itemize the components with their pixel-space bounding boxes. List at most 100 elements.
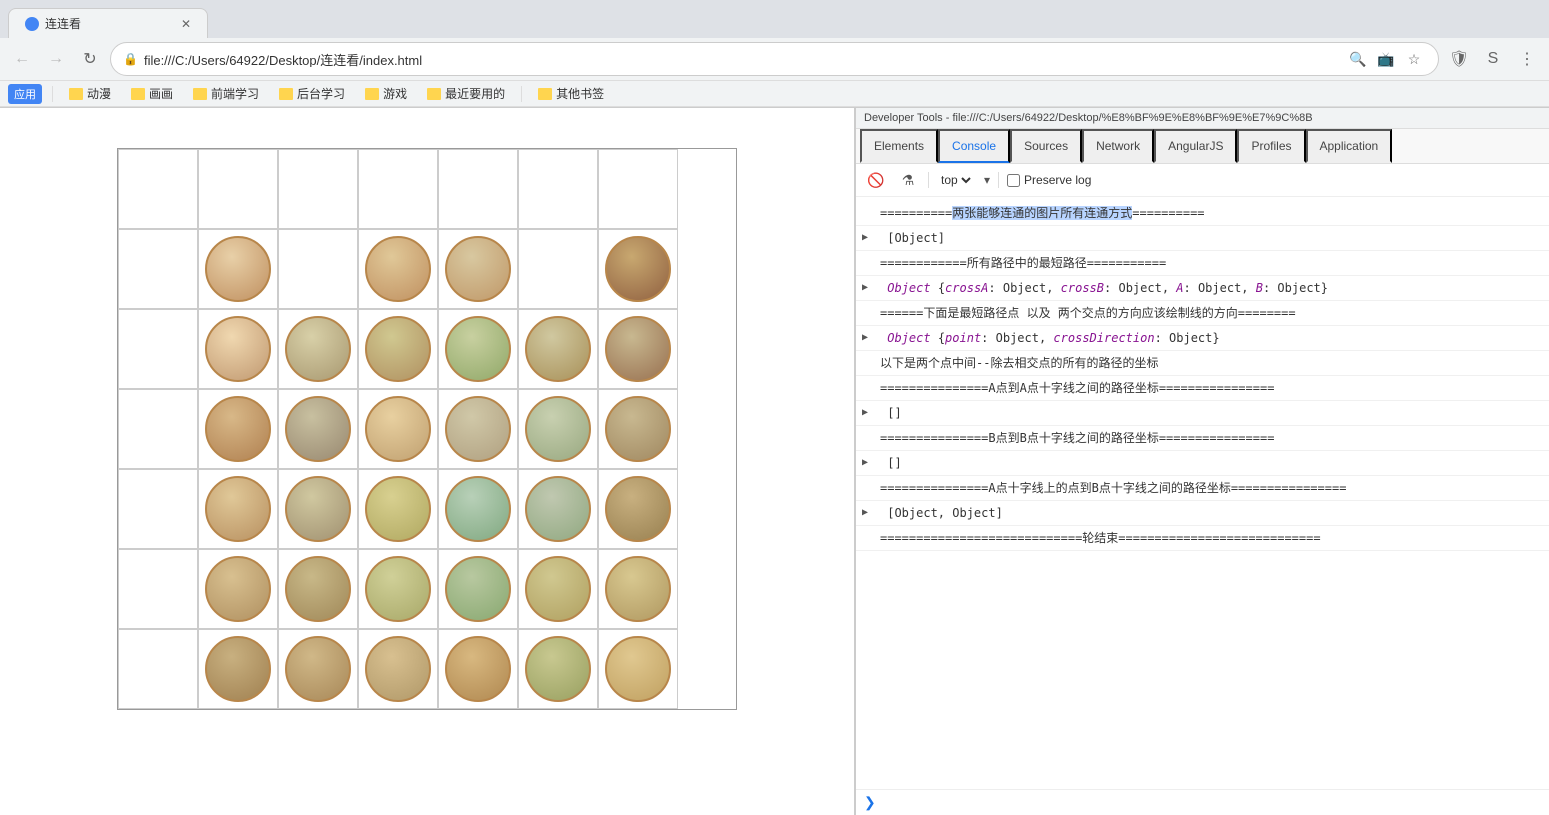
grid-cell[interactable] bbox=[598, 469, 678, 549]
expand-arrow[interactable]: ▶ bbox=[862, 455, 868, 470]
grid-cell[interactable] bbox=[358, 629, 438, 709]
bookmark-backend[interactable]: 后台学习 bbox=[273, 83, 351, 104]
grid-cell[interactable] bbox=[198, 149, 278, 229]
character-avatar bbox=[285, 476, 351, 542]
grid-cell[interactable] bbox=[278, 469, 358, 549]
preserve-log-checkbox[interactable] bbox=[1007, 174, 1020, 187]
clear-console-button[interactable]: 🚫 bbox=[864, 168, 888, 192]
grid-cell[interactable] bbox=[278, 629, 358, 709]
grid-cell[interactable] bbox=[278, 549, 358, 629]
tab-network[interactable]: Network bbox=[1082, 129, 1154, 163]
grid-cell[interactable] bbox=[118, 229, 198, 309]
console-line-11[interactable]: ▶ [] bbox=[856, 451, 1549, 476]
grid-cell[interactable] bbox=[518, 229, 598, 309]
grid-cell[interactable] bbox=[438, 149, 518, 229]
grid-cell[interactable] bbox=[518, 629, 598, 709]
grid-cell[interactable] bbox=[278, 389, 358, 469]
console-line-4[interactable]: ▶ Object {crossA: Object, crossB: Object… bbox=[856, 276, 1549, 301]
grid-cell[interactable] bbox=[198, 229, 278, 309]
tab-profiles[interactable]: Profiles bbox=[1237, 129, 1305, 163]
grid-cell[interactable] bbox=[198, 309, 278, 389]
address-input[interactable] bbox=[144, 52, 1340, 67]
grid-cell[interactable] bbox=[518, 469, 598, 549]
grid-cell[interactable] bbox=[358, 389, 438, 469]
grid-cell[interactable] bbox=[198, 629, 278, 709]
bookmark-drawing[interactable]: 画画 bbox=[125, 83, 179, 104]
console-line-13[interactable]: ▶ [Object, Object] bbox=[856, 501, 1549, 526]
grid-cell[interactable] bbox=[598, 389, 678, 469]
bookmark-frontend[interactable]: 前端学习 bbox=[187, 83, 265, 104]
grid-cell[interactable] bbox=[278, 149, 358, 229]
grid-cell[interactable] bbox=[198, 389, 278, 469]
grid-cell[interactable] bbox=[198, 469, 278, 549]
grid-cell[interactable] bbox=[278, 229, 358, 309]
tab-sources[interactable]: Sources bbox=[1010, 129, 1082, 163]
grid-cell[interactable] bbox=[518, 149, 598, 229]
console-input[interactable] bbox=[882, 796, 1541, 810]
profile-button[interactable]: S bbox=[1479, 45, 1507, 73]
bookmark-recent[interactable]: 最近要用的 bbox=[421, 83, 511, 104]
grid-cell[interactable] bbox=[118, 549, 198, 629]
preserve-log-label[interactable]: Preserve log bbox=[1007, 173, 1091, 187]
character-avatar bbox=[205, 396, 271, 462]
console-line-9[interactable]: ▶ [] bbox=[856, 401, 1549, 426]
expand-arrow[interactable]: ▶ bbox=[862, 230, 868, 245]
grid-cell[interactable] bbox=[358, 309, 438, 389]
tab-application[interactable]: Application bbox=[1306, 129, 1393, 163]
grid-cell[interactable] bbox=[438, 629, 518, 709]
grid-cell[interactable] bbox=[438, 549, 518, 629]
grid-cell[interactable] bbox=[598, 549, 678, 629]
expand-arrow[interactable]: ▶ bbox=[862, 505, 868, 520]
extension-button[interactable]: 🛡 bbox=[1445, 45, 1473, 73]
tab-angularjs[interactable]: AngularJS bbox=[1154, 129, 1237, 163]
expand-arrow[interactable]: ▶ bbox=[862, 405, 868, 420]
context-select[interactable]: top bbox=[937, 172, 974, 188]
grid-cell[interactable] bbox=[358, 149, 438, 229]
tab-console[interactable]: Console bbox=[938, 129, 1010, 163]
webpage-scroll[interactable] bbox=[0, 108, 854, 815]
filter-button[interactable]: ⚗ bbox=[896, 168, 920, 192]
bookmark-animanga[interactable]: 动漫 bbox=[63, 83, 117, 104]
bookmark-star-button[interactable]: ☆ bbox=[1402, 47, 1426, 71]
console-line-6[interactable]: ▶ Object {point: Object, crossDirection:… bbox=[856, 326, 1549, 351]
grid-cell[interactable] bbox=[518, 389, 598, 469]
browser-tab[interactable]: 连连看 ✕ bbox=[8, 8, 208, 38]
bookmark-games[interactable]: 游戏 bbox=[359, 83, 413, 104]
menu-button[interactable]: ⋮ bbox=[1513, 45, 1541, 73]
cast-button[interactable]: 📺 bbox=[1374, 47, 1398, 71]
grid-cell[interactable] bbox=[198, 549, 278, 629]
bookmark-others[interactable]: 其他书签 bbox=[532, 83, 610, 104]
tab-elements[interactable]: Elements bbox=[860, 129, 938, 163]
grid-cell[interactable] bbox=[118, 149, 198, 229]
address-actions: 🔍 📺 ☆ bbox=[1346, 47, 1426, 71]
grid-cell[interactable] bbox=[518, 549, 598, 629]
grid-cell[interactable] bbox=[598, 149, 678, 229]
grid-cell[interactable] bbox=[118, 309, 198, 389]
expand-arrow[interactable]: ▶ bbox=[862, 280, 868, 295]
lock-icon: 🔒 bbox=[123, 52, 138, 66]
grid-cell[interactable] bbox=[118, 469, 198, 549]
grid-cell[interactable] bbox=[438, 309, 518, 389]
grid-cell[interactable] bbox=[438, 469, 518, 549]
apps-button[interactable]: 应用 bbox=[8, 84, 42, 104]
grid-cell[interactable] bbox=[438, 389, 518, 469]
grid-cell[interactable] bbox=[518, 309, 598, 389]
grid-cell[interactable] bbox=[598, 229, 678, 309]
grid-cell[interactable] bbox=[358, 549, 438, 629]
grid-cell[interactable] bbox=[278, 309, 358, 389]
grid-cell[interactable] bbox=[598, 629, 678, 709]
expand-arrow[interactable]: ▶ bbox=[862, 330, 868, 345]
back-button[interactable]: ← bbox=[8, 45, 36, 73]
grid-cell[interactable] bbox=[358, 229, 438, 309]
console-line-2[interactable]: ▶ [Object] bbox=[856, 226, 1549, 251]
tab-close-button[interactable]: ✕ bbox=[181, 17, 191, 31]
grid-cell[interactable] bbox=[438, 229, 518, 309]
forward-button[interactable]: → bbox=[42, 45, 70, 73]
grid-cell[interactable] bbox=[358, 469, 438, 549]
grid-cell[interactable] bbox=[118, 629, 198, 709]
game-grid[interactable] bbox=[117, 148, 737, 710]
grid-cell[interactable] bbox=[598, 309, 678, 389]
reload-button[interactable]: ↻ bbox=[76, 45, 104, 73]
search-button[interactable]: 🔍 bbox=[1346, 47, 1370, 71]
grid-cell[interactable] bbox=[118, 389, 198, 469]
